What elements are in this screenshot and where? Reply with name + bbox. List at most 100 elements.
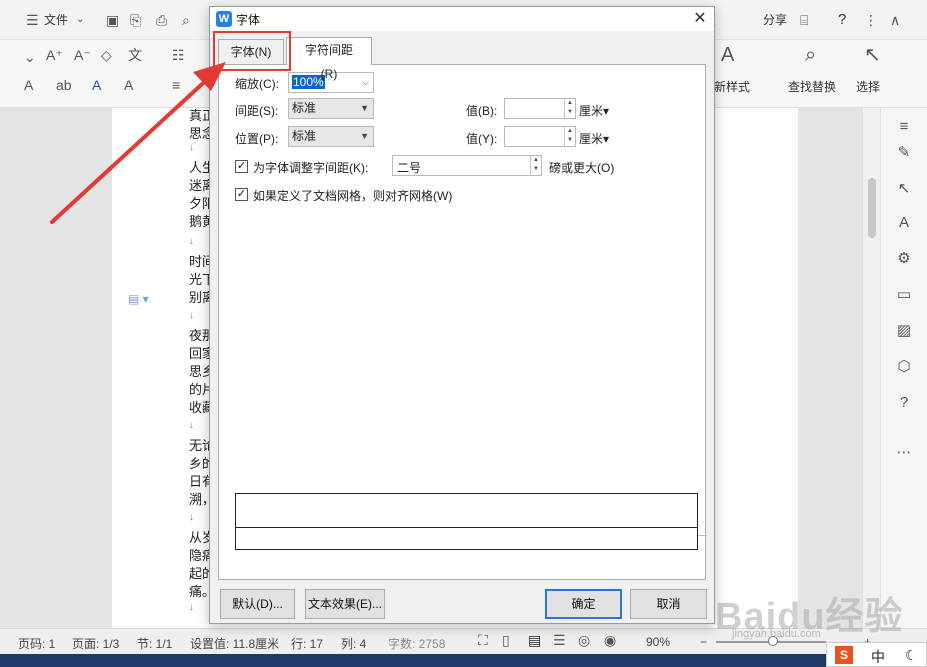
pinyin-icon[interactable]: 文	[128, 46, 142, 64]
highlight-icon[interactable]: ab	[56, 76, 72, 94]
status-col: 列: 4	[341, 637, 367, 651]
position-by-spinner[interactable]: ▲ ▼	[504, 126, 576, 147]
help-icon[interactable]: ?	[838, 11, 846, 29]
spacing-label: 间距(S):	[235, 104, 279, 118]
scale-value: 100%	[292, 75, 325, 89]
fullscreen-icon[interactable]: ⛶	[478, 632, 488, 649]
select-cursor-icon[interactable]: ↖	[864, 45, 881, 65]
image-icon[interactable]: ▨	[893, 320, 915, 342]
font-size-dropdown[interactable]: ⌄	[24, 48, 36, 66]
text-effect-icon[interactable]: A	[24, 76, 33, 94]
ime-mode[interactable]: 中	[871, 647, 885, 667]
shrink-font-icon[interactable]: A⁻	[74, 46, 91, 64]
new-style-icon[interactable]: A	[721, 45, 734, 65]
paragraph-mark: ↓	[189, 310, 194, 321]
cursor-icon[interactable]: ↖	[893, 178, 915, 200]
spin-down-icon[interactable]: ▼	[565, 136, 575, 145]
spin-up-icon[interactable]: ▲	[565, 99, 575, 108]
spin-down-icon[interactable]: ▼	[531, 165, 541, 174]
status-word-count[interactable]: 字数: 2758	[388, 635, 445, 652]
spacing-by-spinner[interactable]: ▲ ▼	[504, 98, 576, 119]
spin-up-icon[interactable]: ▲	[565, 127, 575, 136]
more-dots-icon[interactable]: ⋯	[893, 442, 915, 464]
web-view-icon[interactable]: ◎	[578, 632, 590, 649]
kerning-label: 为字体调整字间距(K):	[253, 161, 369, 175]
select-label[interactable]: 选择	[856, 78, 880, 95]
outline-view-icon[interactable]: ☰	[553, 632, 566, 649]
font-color-icon[interactable]: A	[92, 76, 101, 94]
close-icon[interactable]: ✕	[690, 9, 710, 29]
menu-icon[interactable]: ☰	[26, 12, 39, 28]
triangle-down-icon[interactable]: ▼	[360, 127, 369, 146]
scroll-thumb[interactable]	[868, 178, 876, 238]
chevron-down-icon[interactable]: ⌵	[362, 73, 369, 92]
vertical-scrollbar[interactable]	[862, 108, 880, 628]
moon-icon[interactable]: ☾	[905, 647, 918, 664]
kerning-checkbox[interactable]: ✓	[235, 160, 248, 173]
grow-font-icon[interactable]: A⁺	[46, 46, 63, 64]
spin-up-icon[interactable]: ▲	[531, 156, 541, 165]
bullet-list-icon[interactable]: ☷	[172, 46, 185, 64]
eye-care-icon[interactable]: ◉	[604, 632, 616, 649]
position-select[interactable]: 标准 ▼	[288, 126, 374, 147]
notes-icon[interactable]: ⌸	[800, 12, 808, 28]
watermark-url: jingyan.baidu.com	[732, 628, 821, 640]
align-left-icon[interactable]: ≡	[172, 76, 180, 94]
output-icon[interactable]: ⎘	[130, 12, 141, 28]
collapse-icon[interactable]: ∧	[890, 12, 900, 28]
position-unit-dropdown[interactable]: 厘米▾	[579, 130, 609, 147]
kerning-size-spinner[interactable]: 二号 ▲ ▼	[392, 155, 542, 176]
status-section: 节: 1/1	[137, 637, 173, 651]
preview-baseline	[236, 527, 697, 528]
document-nav-icon[interactable]: ▤ ▾	[128, 292, 149, 306]
kerning-size-value: 二号	[397, 161, 422, 175]
search-icon[interactable]: ⌕	[805, 45, 816, 65]
spacing-unit-dropdown[interactable]: 厘米▾	[579, 102, 609, 119]
preview-box	[235, 493, 698, 550]
shield-icon[interactable]: ⬡	[893, 356, 915, 378]
sidebar-toggle-icon[interactable]: ≡	[893, 116, 915, 138]
new-style-label[interactable]: 新样式	[714, 78, 750, 95]
find-replace-label[interactable]: 查找替换	[788, 78, 836, 95]
position-label: 位置(P):	[235, 132, 279, 146]
triangle-down-icon[interactable]: ▼	[360, 99, 369, 118]
cancel-button[interactable]: 取消	[630, 589, 707, 619]
zoom-out-button[interactable]: −	[700, 635, 707, 649]
text-effect-button[interactable]: 文本效果(E)...	[305, 589, 385, 619]
style-icon[interactable]: A	[893, 212, 915, 234]
zoom-level[interactable]: 90%	[646, 635, 670, 649]
tab-character-spacing[interactable]: 字符间距(R)	[286, 37, 372, 81]
ime-toolbar[interactable]: S 中 ☾	[826, 642, 927, 667]
snap-grid-label: 如果定义了文档网格，则对齐网格(W)	[253, 189, 453, 203]
snap-grid-checkbox[interactable]: ✓	[235, 188, 248, 201]
archive-icon[interactable]: ▭	[893, 284, 915, 306]
spin-down-icon[interactable]: ▼	[565, 108, 575, 117]
char-border-icon[interactable]: A	[124, 76, 133, 94]
clear-format-icon[interactable]: ◇	[101, 46, 112, 64]
ok-button[interactable]: 确定	[545, 589, 622, 619]
file-menu[interactable]: 文件	[44, 11, 68, 29]
page-view-icon[interactable]: ▤	[528, 632, 541, 649]
print-icon[interactable]: ⎙	[156, 12, 167, 28]
share-button[interactable]: 分享	[763, 11, 787, 29]
default-button[interactable]: 默认(D)...	[220, 589, 295, 619]
right-side-panel: ≡ ✎ ↖ A ⚙ ▭ ▨ ⬡ ? ⋯	[880, 108, 927, 628]
status-page-no: 页码: 1	[18, 637, 56, 651]
check-icon: ✓	[236, 160, 247, 172]
read-mode-icon[interactable]: ▯	[502, 632, 510, 649]
preview-icon[interactable]: ⌕	[182, 12, 190, 28]
more-icon[interactable]: ⋮	[864, 12, 878, 28]
sogou-logo-icon[interactable]: S	[835, 646, 853, 664]
scale-label: 缩放(C):	[235, 77, 279, 91]
adjust-icon[interactable]: ⚙	[893, 248, 915, 270]
edit-icon[interactable]: ✎	[893, 142, 915, 164]
spacing-select[interactable]: 标准 ▼	[288, 98, 374, 119]
kerning-suffix: 磅或更大(O)	[549, 161, 615, 175]
tab-font[interactable]: 字体(N)	[218, 39, 284, 65]
chevron-down-icon[interactable]: ⌄	[76, 12, 84, 28]
status-row: 行: 17	[291, 637, 324, 651]
save-icon[interactable]: ▣	[106, 12, 119, 28]
paragraph-mark: ↓	[189, 602, 194, 613]
font-dialog: W 字体 ✕ 字体(N) 字符间距(R) 缩放(C): 100% ⌵ 间距(S)…	[209, 6, 715, 624]
help-circle-icon[interactable]: ?	[893, 392, 915, 414]
